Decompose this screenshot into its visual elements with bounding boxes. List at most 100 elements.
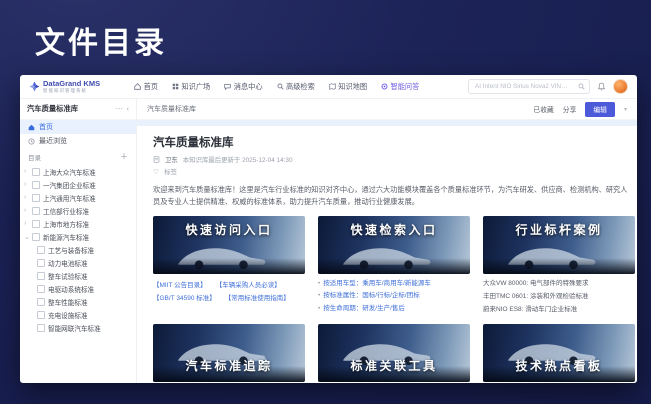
car-silhouette-icon bbox=[168, 241, 271, 272]
share-button[interactable]: 分享 bbox=[563, 104, 577, 114]
tree-item[interactable]: ⌄新能源汽车标准 bbox=[24, 230, 132, 243]
tree-item[interactable]: 电驱动系统标准 bbox=[24, 282, 132, 295]
card-title: 快速检索入口 bbox=[318, 221, 470, 238]
tree-item[interactable]: 整车试验标准 bbox=[24, 269, 132, 282]
nav-item-home[interactable]: 首页 bbox=[134, 82, 158, 92]
tree-item[interactable]: 智能网联汽车标准 bbox=[24, 321, 132, 334]
checkbox[interactable] bbox=[37, 311, 45, 319]
tree-item[interactable]: ›上海市地方标准 bbox=[24, 217, 132, 230]
directory-tree: ›上海大众汽车标准 ›一汽集团企业标准 ›上汽通用汽车标准 ›工信部行业标准 ›… bbox=[20, 164, 136, 383]
card-association-tools[interactable]: 标准关联工具 •智能关联引擎：输入汽车产品名称（如“倒车雷达总成”），自动筛选：… bbox=[318, 324, 470, 383]
sidebar-item-recent[interactable]: 最近浏览 bbox=[20, 134, 136, 148]
checkbox[interactable] bbox=[37, 298, 45, 306]
bell-icon[interactable] bbox=[597, 82, 606, 91]
card-bullet[interactable]: 按标准属性：国标/行标/企标/团标 bbox=[323, 291, 419, 300]
plus-icon[interactable]: ＋ bbox=[120, 153, 128, 161]
sidebar-item-home[interactable]: 首页 bbox=[20, 120, 136, 134]
doc-updated: 本知识库最后更新于 2025-12-04 14:30 bbox=[183, 155, 293, 164]
ellipsis-icon[interactable]: ⋯ bbox=[116, 105, 123, 113]
caret-icon[interactable]: › bbox=[24, 181, 29, 188]
caret-icon[interactable]: ⌄ bbox=[24, 233, 29, 241]
checkbox[interactable] bbox=[37, 246, 45, 254]
tree-item[interactable]: ›上海大众汽车标准 bbox=[24, 165, 132, 178]
top-navbar: DataGrand KMS 智能知识管理系统 首页 知识广场 消息中心 高级检索 bbox=[20, 75, 637, 99]
checkbox[interactable] bbox=[32, 207, 40, 215]
doc-intro: 欢迎来到汽车质量标准库！这里是汽车行业标准的知识对齐中心，通过六大功能模块覆盖各… bbox=[153, 184, 633, 207]
card-title: 标准关联工具 bbox=[318, 357, 470, 374]
tree-item[interactable]: 动力电池标准 bbox=[24, 256, 132, 269]
map-icon bbox=[329, 83, 336, 90]
user-avatar[interactable] bbox=[613, 79, 628, 94]
checkbox[interactable] bbox=[32, 220, 40, 228]
card-title: 汽车标准追踪 bbox=[153, 357, 305, 374]
feature-cards-grid: 快速访问入口 【MIIT 公告目录】 【车辆采购人员必读】 【GB/T 3459… bbox=[153, 216, 625, 383]
edit-button[interactable]: 编辑 bbox=[585, 102, 615, 117]
checkbox[interactable] bbox=[32, 233, 40, 241]
card-title: 行业标杆案例 bbox=[483, 221, 635, 238]
caret-icon[interactable]: › bbox=[24, 194, 29, 201]
sparkle-icon bbox=[381, 83, 388, 90]
checkbox[interactable] bbox=[37, 259, 45, 267]
card-link[interactable]: 【MIIT 公告目录】 bbox=[153, 279, 207, 289]
home-icon bbox=[134, 83, 141, 90]
checkbox[interactable] bbox=[32, 194, 40, 202]
tree-item[interactable]: ›一汽集团企业标准 bbox=[24, 178, 132, 191]
doc-tag-label[interactable]: 标签 bbox=[164, 167, 177, 176]
message-icon bbox=[224, 83, 231, 90]
checkbox[interactable] bbox=[37, 285, 45, 293]
checkbox[interactable] bbox=[37, 324, 45, 332]
nav-item-message-center[interactable]: 消息中心 bbox=[224, 82, 262, 92]
caret-icon[interactable]: › bbox=[24, 207, 29, 214]
card-bullet[interactable]: 按生命周期：研发/生产/售后 bbox=[323, 304, 405, 313]
favorite-button[interactable]: 已收藏 bbox=[533, 104, 553, 114]
tree-item[interactable]: 工艺与装备标准 bbox=[24, 243, 132, 256]
card-row: 丰田TMC 0601: 涂装和外观检验标准 bbox=[483, 292, 635, 302]
card-quick-access[interactable]: 快速访问入口 【MIIT 公告目录】 【车辆采购人员必读】 【GB/T 3459… bbox=[153, 216, 305, 314]
card-link[interactable]: 【GB/T 34590 标准】 bbox=[153, 292, 216, 302]
logo-icon bbox=[29, 81, 40, 92]
app-logo[interactable]: DataGrand KMS 智能知识管理系统 bbox=[29, 80, 100, 93]
card-row: 大众VW 80000: 电气部件的特殊要求 bbox=[483, 279, 635, 289]
car-silhouette-icon bbox=[333, 241, 436, 272]
magnifier-icon[interactable] bbox=[578, 83, 585, 90]
nav-item-advanced-search[interactable]: 高级检索 bbox=[277, 82, 315, 92]
main-panel: 汽车质量标准库 已收藏 分享 编辑 ▾ 汽车质量标准库 卫东 本知识库最后更新于… bbox=[137, 99, 637, 383]
nav-item-knowledge-square[interactable]: 知识广场 bbox=[172, 82, 210, 92]
collapse-icon[interactable]: ‹ bbox=[127, 106, 129, 113]
tree-item[interactable]: ›工信部行业标准 bbox=[24, 204, 132, 217]
sidebar-title: 汽车质量标准库 bbox=[27, 104, 112, 114]
card-tech-hotspots[interactable]: 技术热点看板 智能驾驶相关 ISO 21434:2023 网络安全工程 (WP.… bbox=[483, 324, 635, 383]
nav-item-smart-qa[interactable]: 智能问答 bbox=[381, 82, 419, 92]
card-bullet[interactable]: 按适用车型：乘用车/商用车/新能源车 bbox=[323, 279, 431, 288]
card-quick-search[interactable]: 快速检索入口 •按适用车型：乘用车/商用车/新能源车 •按标准属性：国标/行标/… bbox=[318, 216, 470, 314]
nav-item-knowledge-map[interactable]: 知识地图 bbox=[329, 82, 367, 92]
main-nav: 首页 知识广场 消息中心 高级检索 知识地图 智能问答 bbox=[134, 82, 419, 92]
caret-icon[interactable]: › bbox=[24, 168, 29, 175]
tree-item[interactable]: 整车性能标准 bbox=[24, 295, 132, 308]
sidebar-header: 汽车质量标准库 ⋯ ‹ bbox=[20, 99, 136, 120]
card-title: 快速访问入口 bbox=[153, 221, 305, 238]
checkbox[interactable] bbox=[32, 168, 40, 176]
tree-item[interactable]: ›上汽通用汽车标准 bbox=[24, 191, 132, 204]
heart-icon[interactable]: ♡ bbox=[153, 168, 159, 176]
chevron-down-icon[interactable]: ▾ bbox=[624, 106, 627, 113]
checkbox[interactable] bbox=[32, 181, 40, 189]
document-area: 汽车质量标准库 卫东 本知识库最后更新于 2025-12-04 14:30 ♡ … bbox=[137, 126, 637, 383]
checkbox[interactable] bbox=[37, 272, 45, 280]
tree-item[interactable]: 充电设施标准 bbox=[24, 308, 132, 321]
caret-icon[interactable]: › bbox=[24, 220, 29, 227]
card-image-car: 快速访问入口 bbox=[153, 216, 305, 274]
home-icon bbox=[28, 124, 35, 131]
card-standards-tracking[interactable]: 汽车标准追踪 今日重要更新 •ISO 19453-7:2024 《道路车辆 环境… bbox=[153, 324, 305, 383]
grid-icon bbox=[172, 83, 179, 90]
global-search-box[interactable] bbox=[468, 79, 590, 94]
card-link[interactable]: 【常用标准使用指南】 bbox=[225, 292, 290, 302]
doc-tab-label[interactable]: 汽车质量标准库 bbox=[147, 104, 196, 114]
sidebar: 汽车质量标准库 ⋯ ‹ 首页 最近浏览 目录 ＋ ›上海大众汽车标准 ›一汽集团… bbox=[20, 99, 137, 383]
doc-title: 汽车质量标准库 bbox=[153, 134, 625, 150]
doc-meta: 卫东 本知识库最后更新于 2025-12-04 14:30 bbox=[153, 155, 625, 164]
search-input[interactable] bbox=[473, 82, 578, 91]
search-icon bbox=[277, 83, 284, 90]
card-link[interactable]: 【车辆采购人员必读】 bbox=[216, 279, 281, 289]
card-benchmark-cases[interactable]: 行业标杆案例 大众VW 80000: 电气部件的特殊要求 丰田TMC 0601:… bbox=[483, 216, 635, 314]
